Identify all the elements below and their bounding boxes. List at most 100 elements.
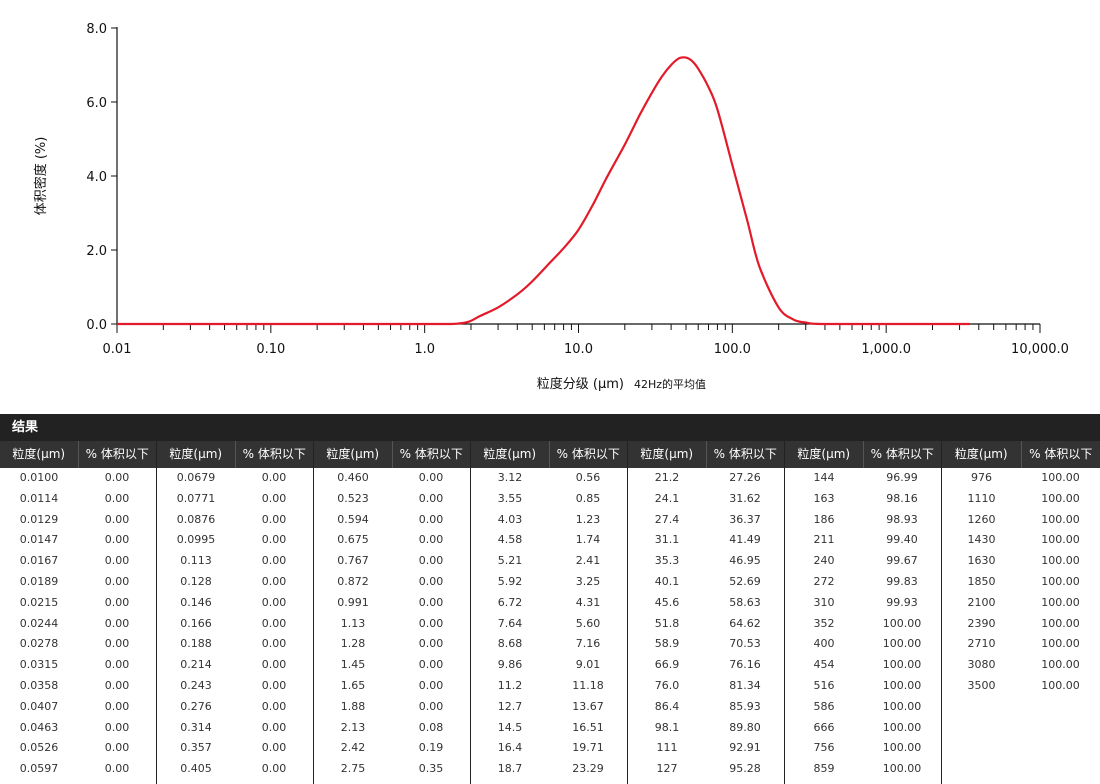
table-row: 0.0995 0.00 [157, 530, 313, 551]
cell-size: 5.92 [497, 574, 523, 588]
header-percent: % 体积以下 [1029, 447, 1093, 461]
cell-size: 21.2 [654, 471, 680, 484]
table-row: 3080 100.00 [942, 655, 1100, 676]
table-row: 0.113 0.00 [157, 551, 313, 572]
cell-size: 3.55 [497, 491, 523, 505]
cell-percent: 0.00 [261, 658, 287, 672]
cell-size: 0.0358 [19, 678, 59, 692]
cell-percent: 1.74 [575, 533, 601, 547]
table-row: 51.8 64.62 [628, 614, 784, 635]
cell-percent: 16.51 [572, 720, 604, 734]
cell-percent: 100.00 [1041, 533, 1080, 547]
cell-percent: 0.00 [104, 616, 130, 630]
table-row: 211 99.40 [785, 530, 941, 551]
cell-percent: 0.00 [418, 637, 444, 651]
cell-percent: 23.29 [572, 762, 604, 776]
x-axis-title: 粒度分级 (μm) [537, 376, 624, 392]
table-row: 0.146 0.00 [157, 593, 313, 614]
cell-percent: 0.08 [418, 720, 444, 734]
y-tick-label: 0.0 [86, 318, 107, 333]
cell-percent: 7.16 [575, 637, 601, 651]
table-row: 21.2 27.26 [628, 468, 784, 489]
table-row: 0.0315 0.00 [0, 655, 156, 676]
cell-size: 0.0278 [19, 637, 59, 651]
cell-size: 45.6 [654, 595, 680, 609]
cell-size: 86.4 [654, 699, 680, 713]
cell-size: 0.113 [180, 554, 212, 568]
cell-size: 18.7 [497, 762, 523, 776]
table-row: 0.0463 0.00 [0, 718, 156, 739]
column-header: 粒度(μm) % 体积以下 [314, 441, 470, 468]
table-row: 0.276 0.00 [157, 697, 313, 718]
cell-size: 127 [656, 762, 678, 776]
cell-percent: 96.99 [886, 471, 918, 484]
header-size: 粒度(μm) [471, 441, 550, 468]
cell-percent: 2.41 [575, 554, 601, 568]
cell-percent: 0.00 [261, 512, 287, 526]
cell-size: 0.0597 [19, 762, 59, 776]
table-row: 586 100.00 [785, 697, 941, 718]
table-row: 0.0407 0.00 [0, 697, 156, 718]
cell-size: 352 [813, 616, 835, 630]
cell-size: 1260 [967, 512, 996, 526]
x-axis-note: 42Hz的平均值 [634, 377, 706, 391]
cell-percent: 0.00 [261, 678, 287, 692]
cell-percent: 100.00 [882, 720, 922, 734]
table-row: 1850 100.00 [942, 572, 1100, 593]
table-row: 0.0526 0.00 [0, 738, 156, 759]
table-row: 76.0 81.34 [628, 676, 784, 697]
table-row: 0.991 0.00 [314, 593, 470, 614]
table-row: 11.2 11.18 [471, 676, 627, 697]
table-row: 0.357 0.00 [157, 738, 313, 759]
cell-percent: 0.00 [261, 491, 287, 505]
cell-size: 2.13 [340, 720, 366, 734]
table-row: 756 100.00 [785, 738, 941, 759]
table-row: 144 96.99 [785, 468, 941, 489]
cell-percent: 9.01 [575, 658, 601, 672]
header-percent: % 体积以下 [870, 447, 934, 461]
cell-size: 586 [813, 699, 835, 713]
cell-percent: 0.00 [261, 637, 287, 651]
table-row: 3500 100.00 [942, 676, 1100, 697]
header-size: 粒度(μm) [0, 441, 79, 468]
cell-size: 40.1 [654, 574, 680, 588]
x-tick-label: 10,000.0 [1011, 342, 1069, 357]
table-row: 6.72 4.31 [471, 593, 627, 614]
column-header: 粒度(μm) % 体积以下 [628, 441, 784, 468]
table-row: 2710 100.00 [942, 634, 1100, 655]
cell-percent: 13.67 [572, 699, 604, 713]
cell-percent: 100.00 [1041, 471, 1080, 484]
table-row: 66.9 76.16 [628, 655, 784, 676]
cell-percent: 0.00 [418, 658, 444, 672]
cell-percent: 0.00 [104, 678, 130, 692]
cell-size: 240 [813, 554, 835, 568]
cell-percent: 99.40 [886, 533, 918, 547]
table-row: 400 100.00 [785, 634, 941, 655]
cell-percent: 0.00 [104, 595, 130, 609]
table-row: 35.3 46.95 [628, 551, 784, 572]
table-row: 45.6 58.63 [628, 593, 784, 614]
table-row: 0.314 0.00 [157, 718, 313, 739]
header-percent: % 体积以下 [85, 447, 149, 461]
table-row: 4.58 1.74 [471, 530, 627, 551]
cell-percent: 52.69 [729, 574, 761, 588]
cell-size: 0.523 [337, 491, 369, 505]
results-column: 粒度(μm) % 体积以下 21.2 27.26 24.1 31.62 27.4 36.37 3… [628, 441, 785, 784]
results-column: 粒度(μm)% 体积以下 0.0679 0.00 0.0771 0.00 0.0876 0.… [157, 441, 314, 784]
cell-size: 0.357 [180, 741, 212, 755]
cell-size: 272 [813, 574, 835, 588]
cell-percent: 0.00 [261, 741, 287, 755]
cell-size: 1850 [967, 574, 996, 588]
cell-percent: 0.35 [418, 762, 444, 776]
cell-percent: 46.95 [729, 554, 761, 568]
results-column: 粒度(μm)% 体积以下 0.460 0.00 0.523 0.00 0.594 0.00 0… [314, 441, 471, 784]
table-row: 127 95.28 [628, 759, 784, 780]
table-row: 0.460 0.00 [314, 468, 470, 489]
cell-percent: 100.00 [1041, 574, 1080, 588]
cell-size: 3.12 [497, 471, 523, 484]
cell-percent: 0.00 [261, 762, 287, 776]
cell-size: 7.64 [497, 616, 523, 630]
cell-size: 0.675 [337, 533, 369, 547]
results-column: 粒度(μm)% 体积以下 0.0100 0.00 0.0114 0.00 0.0129 0.… [0, 441, 157, 784]
cell-percent: 0.19 [418, 741, 444, 755]
